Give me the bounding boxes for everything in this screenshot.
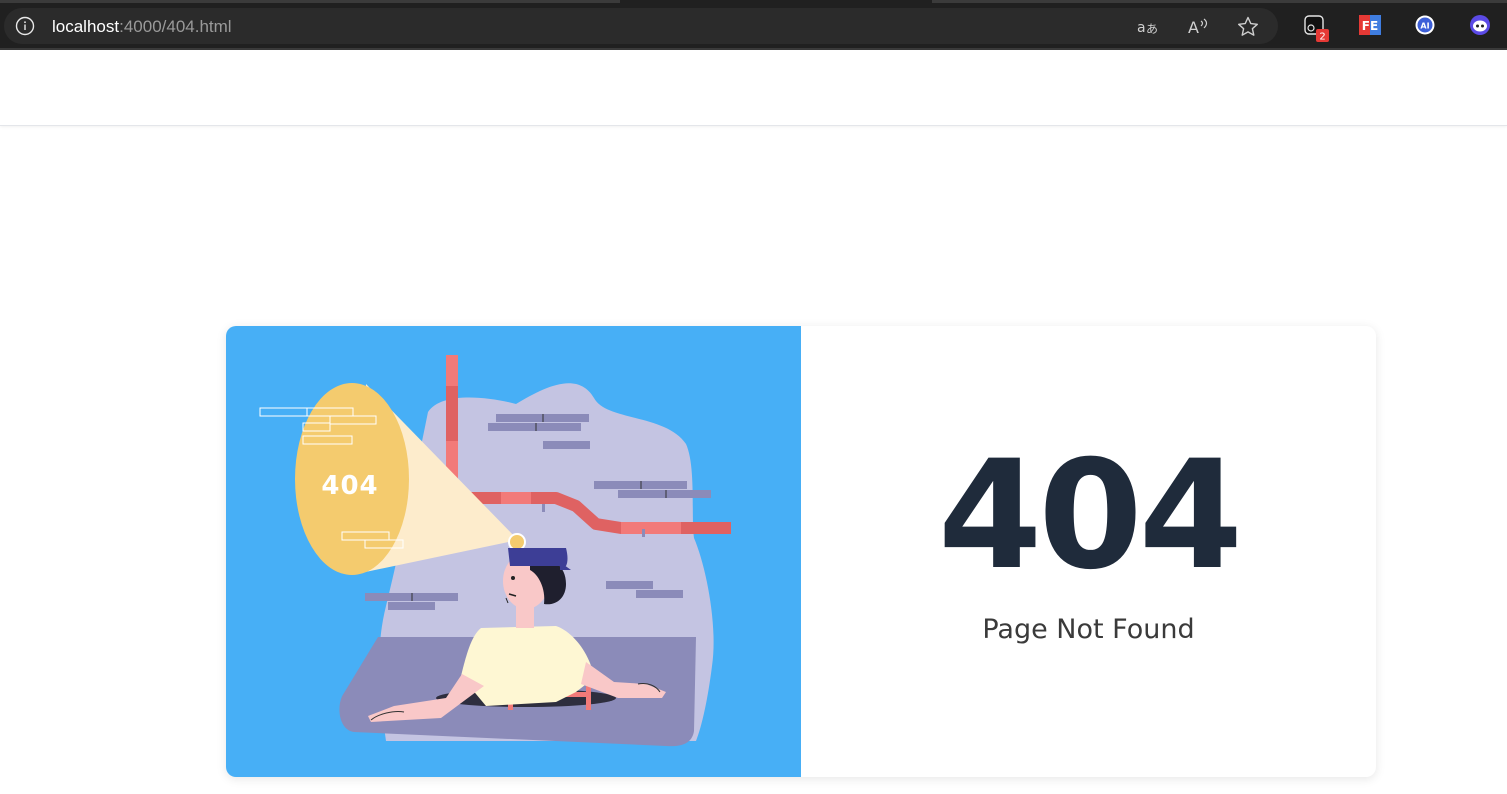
translate-icon[interactable]: a あ [1136, 15, 1160, 39]
svg-text:あ: あ [1146, 22, 1158, 36]
browser-toolbar: localhost:4000/404.html a あ A 2 FE AI [0, 6, 1507, 48]
star-icon[interactable] [1236, 15, 1260, 39]
url-path: :4000/404.html [119, 17, 232, 36]
extension-fe-icon[interactable]: FE [1359, 14, 1381, 36]
error-code: 404 [937, 429, 1243, 603]
page-header [0, 50, 1507, 126]
extension-fe-label: FE [1362, 19, 1378, 33]
extension-ai-icon[interactable]: AI [1414, 14, 1436, 36]
extension-face-icon[interactable] [1469, 14, 1491, 36]
illustration-404-text: 404 [321, 471, 378, 501]
tab-edge [0, 0, 620, 3]
tab-edge [932, 0, 1507, 3]
extension-camera-icon[interactable]: 2 [1304, 14, 1329, 43]
explorer-illustration: 404 [259, 355, 731, 747]
not-found-illustration: 404 [226, 326, 801, 777]
error-card: 404 404 Page Not Found [226, 326, 1376, 777]
read-aloud-icon[interactable]: A [1186, 15, 1210, 39]
info-icon[interactable] [15, 16, 35, 36]
error-text-panel: 404 Page Not Found [801, 326, 1376, 777]
error-message: Page Not Found [982, 614, 1195, 645]
extension-badge: 2 [1319, 32, 1325, 43]
svg-text:A: A [1188, 18, 1199, 37]
url-text[interactable]: localhost:4000/404.html [52, 17, 232, 37]
svg-text:a: a [1137, 20, 1146, 36]
address-bar[interactable]: localhost:4000/404.html a あ A [4, 8, 1278, 44]
extension-ai-label: AI [1420, 22, 1429, 31]
url-host: localhost [52, 17, 120, 36]
